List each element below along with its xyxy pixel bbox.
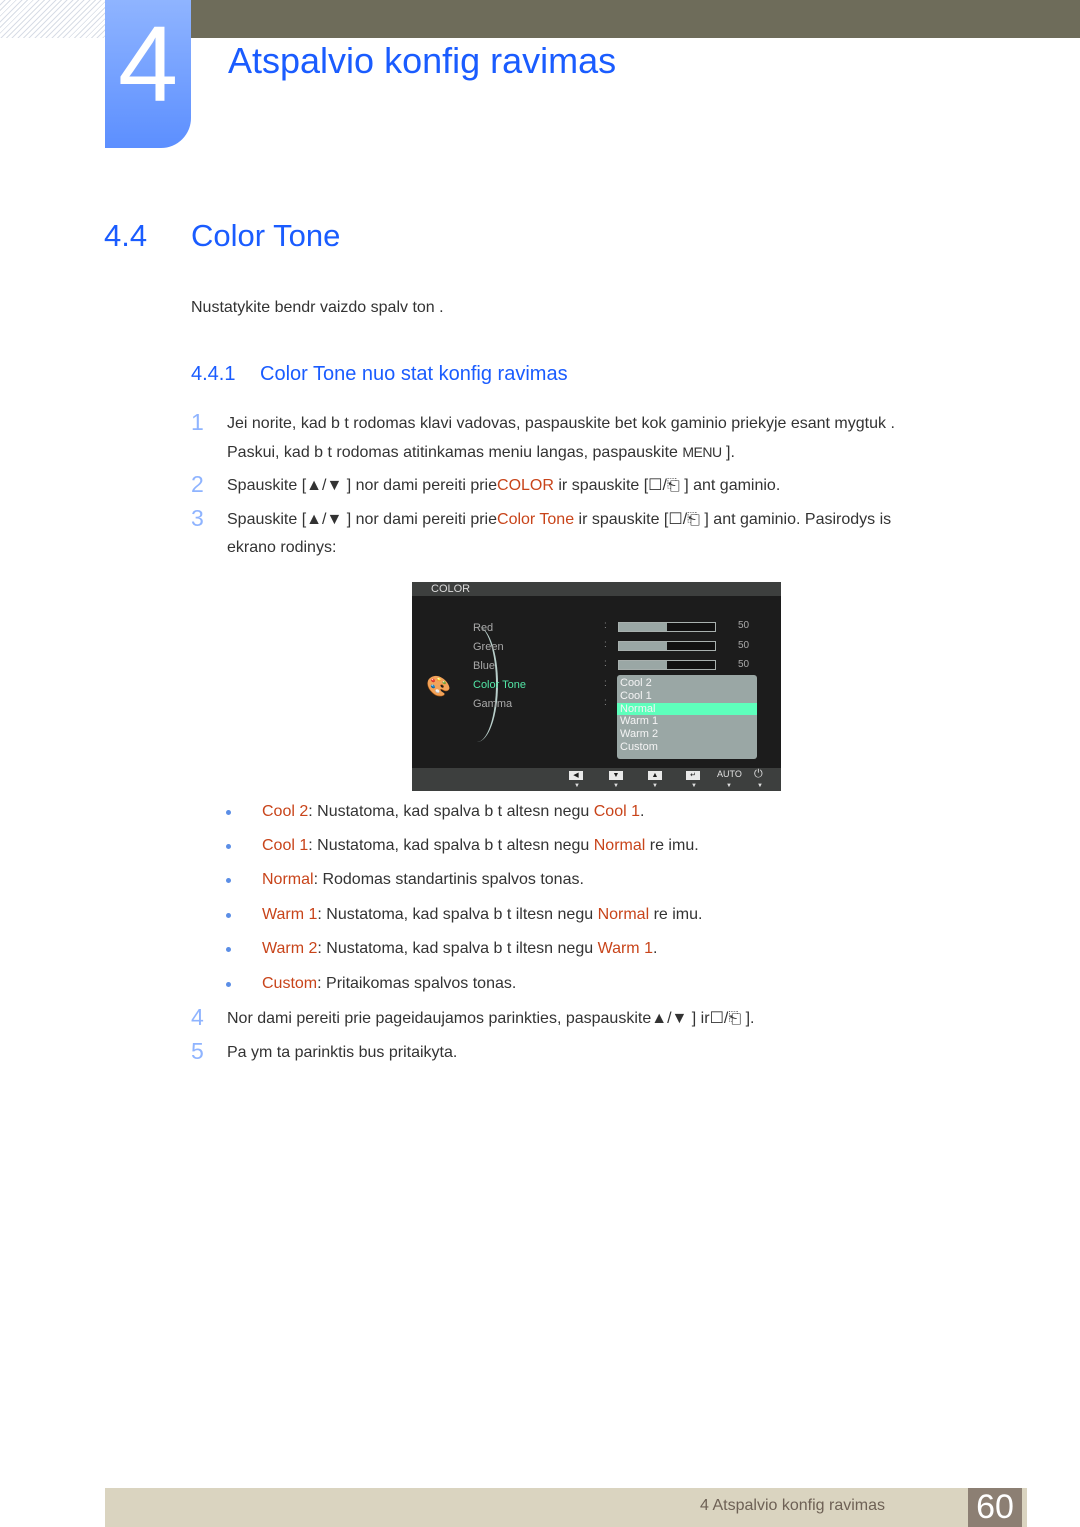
enter-icon: ↵ <box>686 771 700 780</box>
chapter-number: 4 <box>117 3 179 124</box>
osd-colon: : <box>604 658 607 669</box>
osd-value-green: 50 <box>738 640 750 651</box>
osd-item-gamma: Gamma <box>473 698 513 710</box>
power-icon: ⏻ <box>754 768 763 780</box>
step-1: 1 Jei norite, kad b t rodomas klavi vado… <box>191 409 1011 467</box>
osd-item-green: Green <box>473 641 504 653</box>
auto-label: AUTO <box>717 769 742 779</box>
dropdown-option-custom: Custom <box>620 740 658 753</box>
dropdown-option-normal: Normal <box>617 702 757 716</box>
option-item: Normal: Rodomas standartinis spalvos ton… <box>226 871 584 889</box>
osd-colon: : <box>604 620 607 631</box>
color-tone-dropdown: Cool 2 Cool 1 Normal Warm 1 Warm 2 Custo… <box>617 675 757 759</box>
osd-slider-blue <box>618 660 716 670</box>
tick-icon: ▼ <box>613 783 619 789</box>
bullet-icon <box>226 810 231 815</box>
tick-icon: ▼ <box>691 783 697 789</box>
bullet-icon <box>226 982 231 987</box>
bullet-icon <box>226 947 231 952</box>
tick-icon: ▼ <box>574 783 580 789</box>
subsection-title: Color Tone nuo stat konfig ravimas <box>260 363 568 385</box>
step-text: Jei norite, kad b t rodomas klavi vadova… <box>227 415 895 432</box>
osd-value-blue: 50 <box>738 659 750 670</box>
dropdown-option-warm-1: Warm 1 <box>620 715 659 728</box>
step-text-line2: Paskui, kad b t rodomas atitinkamas meni… <box>227 444 735 461</box>
dropdown-option-warm-2: Warm 2 <box>620 728 659 741</box>
osd-header: COLOR <box>412 582 781 596</box>
section-title: Color Tone <box>191 218 341 253</box>
step-text: Nor dami pereiti prie pageidaujamos pari… <box>227 1010 755 1027</box>
page-number: 60 <box>968 1488 1022 1527</box>
osd-footer: ◀ ▼ ▲ ↵ AUTO ⏻ ▼ ▼ ▼ ▼ ▼ ▼ <box>412 768 781 791</box>
step-number: 5 <box>191 1038 204 1064</box>
tick-icon: ▼ <box>726 783 732 789</box>
tick-icon: ▼ <box>652 783 658 789</box>
step-text: Pa ym ta parinktis bus pritaikyta. <box>227 1044 458 1061</box>
osd-slider-red <box>618 622 716 632</box>
osd-slider-green <box>618 641 716 651</box>
osd-colon: : <box>604 697 607 708</box>
osd-value-red: 50 <box>738 620 750 631</box>
step-4: 4 Nor dami pereiti prie pageidaujamos pa… <box>191 1004 1011 1033</box>
bullet-icon <box>226 913 231 918</box>
osd-item-red: Red <box>473 622 494 634</box>
step-number: 2 <box>191 471 204 497</box>
section-intro: Nustatykite bendr vaizdo spalv ton . <box>191 299 444 316</box>
chapter-title: Atspalvio konfig ravimas <box>228 40 617 81</box>
osd-colon: : <box>604 678 607 689</box>
subsection-number: 4.4.1 <box>191 363 236 385</box>
option-item: Cool 1: Nustatoma, kad spalva b t altesn… <box>226 837 699 855</box>
decorative-hatch <box>0 0 105 38</box>
osd-item-color-tone: Color Tone <box>473 679 526 691</box>
step-2: 2 Spauskite [▲/▼ ] nor dami pereiti prie… <box>191 471 781 497</box>
osd-item-blue: Blue <box>473 660 496 672</box>
option-item: Cool 2: Nustatoma, kad spalva b t altesn… <box>226 803 644 821</box>
osd-menu-screenshot: COLOR 🎨 Red Green Blue Color Tone Gamma … <box>412 582 781 791</box>
tick-icon: ▼ <box>757 783 763 789</box>
option-item: Warm 1: Nustatoma, kad spalva b t iltesn… <box>226 906 702 924</box>
step-5: 5 Pa ym ta parinktis bus pritaikyta. <box>191 1038 1011 1067</box>
chapter-top-bar <box>190 0 1080 38</box>
step-3: 3 Spauskite [▲/▼ ] nor dami pereiti prie… <box>191 505 892 556</box>
step-number: 3 <box>191 505 204 531</box>
dropdown-option-cool-1: Cool 1 <box>620 689 652 702</box>
section-number: 4.4 <box>104 218 148 253</box>
osd-colon: : <box>604 639 607 650</box>
menu-key: MENU <box>682 444 722 460</box>
footer-chapter-label: 4 Atspalvio konfig ravimas <box>700 1497 885 1514</box>
option-item: Custom: Pritaikomas spalvos tonas. <box>226 975 516 993</box>
left-arrow-icon: ◀ <box>569 771 583 780</box>
page-footer: 4 Atspalvio konfig ravimas 60 <box>105 1488 1027 1527</box>
highlight-term: COLOR <box>497 477 554 494</box>
up-arrow-icon: ▲ <box>648 771 662 780</box>
step-number: 4 <box>191 1004 204 1030</box>
bullet-icon <box>226 878 231 883</box>
bullet-icon <box>226 844 231 849</box>
highlight-term: Color Tone <box>497 511 575 528</box>
down-arrow-icon: ▼ <box>609 771 623 780</box>
dropdown-option-cool-2: Cool 2 <box>620 677 652 689</box>
step-number: 1 <box>191 409 204 435</box>
option-item: Warm 2: Nustatoma, kad spalva b t iltesn… <box>226 940 657 958</box>
palette-icon: 🎨 <box>426 676 451 698</box>
